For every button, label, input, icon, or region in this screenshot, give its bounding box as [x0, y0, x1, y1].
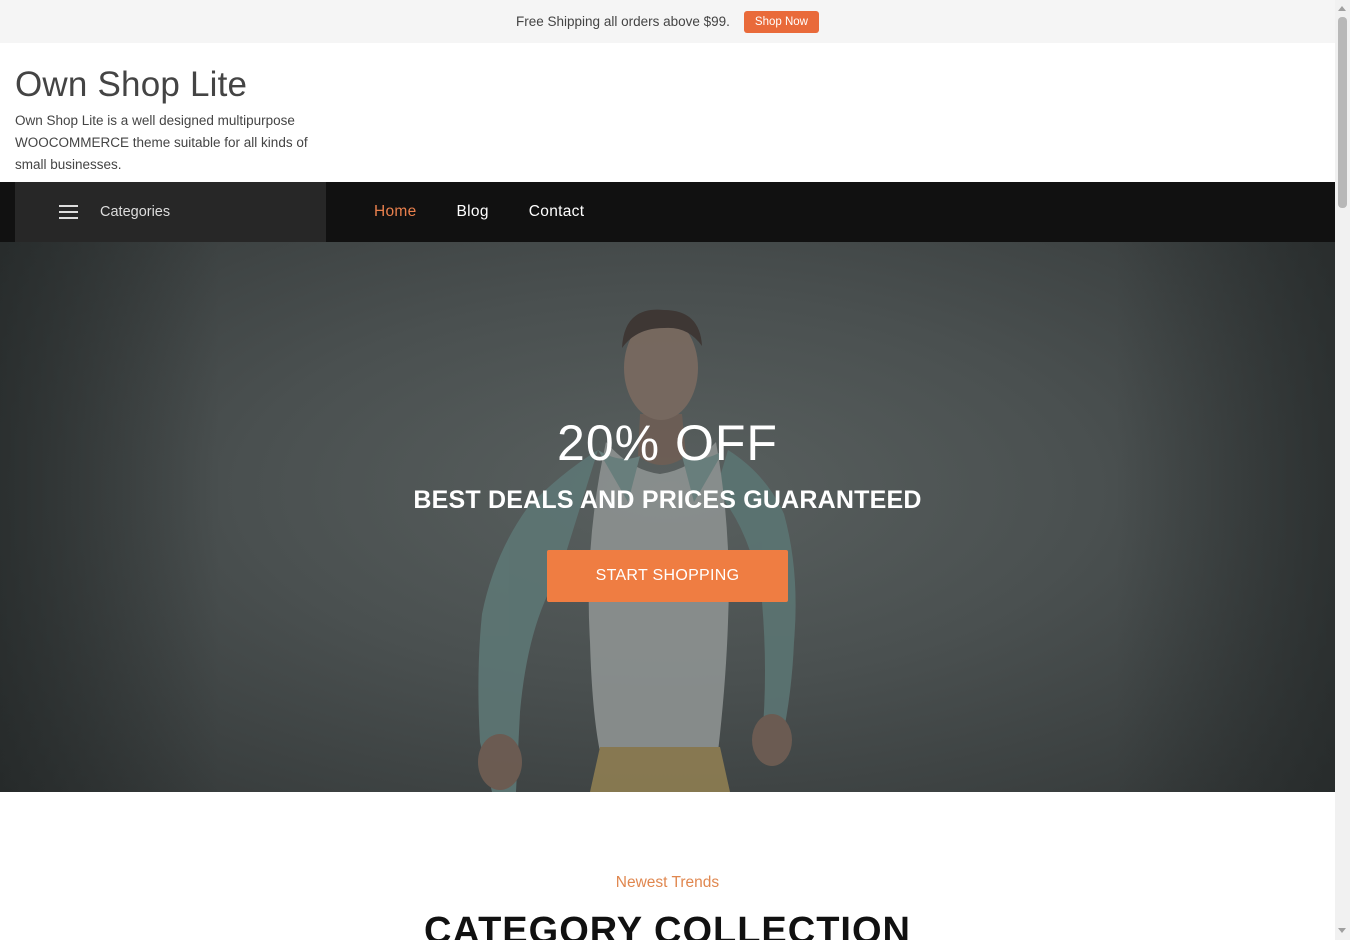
categories-label: Categories: [100, 204, 171, 220]
nav-item-contact[interactable]: Contact: [529, 203, 585, 221]
top-announcement-bar: Free Shipping all orders above $99. Shop…: [0, 0, 1335, 43]
section-title: CATEGORY COLLECTION: [424, 910, 911, 940]
shop-now-button[interactable]: Shop Now: [743, 10, 819, 33]
hamburger-icon: [59, 205, 78, 219]
site-header: Own Shop Lite Own Shop Lite is a well de…: [0, 43, 1335, 182]
shipping-notice: Free Shipping all orders above $99.: [516, 14, 730, 29]
categories-menu-toggle[interactable]: Categories: [15, 182, 326, 242]
site-title[interactable]: Own Shop Lite: [15, 65, 247, 105]
section-kicker: Newest Trends: [615, 874, 720, 891]
scrollbar-thumb[interactable]: [1338, 17, 1347, 208]
scroll-down-arrow-icon[interactable]: [1338, 928, 1346, 933]
category-collection-section: Newest Trends CATEGORY COLLECTION: [0, 792, 1335, 940]
nav-item-blog[interactable]: Blog: [457, 203, 489, 221]
nav-item-home[interactable]: Home: [374, 203, 417, 221]
hero-banner: 20% OFF BEST DEALS AND PRICES GUARANTEED…: [0, 242, 1335, 792]
scroll-up-arrow-icon[interactable]: [1338, 6, 1346, 11]
start-shopping-button[interactable]: START SHOPPING: [547, 550, 788, 602]
page-scrollbar[interactable]: [1335, 0, 1350, 940]
site-description: Own Shop Lite is a well designed multipu…: [15, 113, 308, 172]
hero-content: 20% OFF BEST DEALS AND PRICES GUARANTEED…: [0, 242, 1335, 792]
hero-title: 20% OFF: [557, 415, 778, 471]
hero-subtitle: BEST DEALS AND PRICES GUARANTEED: [413, 486, 922, 514]
main-navigation: Categories Home Blog Contact: [0, 182, 1335, 242]
nav-menu: Home Blog Contact: [374, 182, 584, 242]
